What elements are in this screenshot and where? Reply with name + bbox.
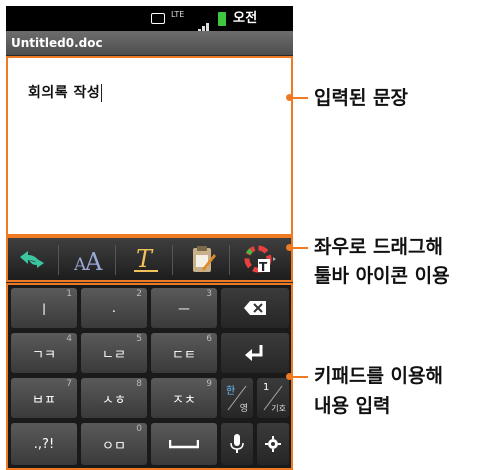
document-editor[interactable]: 회의록 작성: [6, 56, 293, 236]
svg-text:A: A: [84, 248, 103, 274]
callout-keypad-line1: 키패드를 이용해: [314, 365, 443, 387]
callout-line-keypad: [290, 376, 308, 378]
key-siot[interactable]: ㅅㅎ 8: [81, 378, 147, 418]
text-cursor: [101, 84, 103, 102]
backspace-key[interactable]: [221, 288, 289, 328]
document-text-line: 회의록 작성: [28, 82, 103, 102]
key-digeut[interactable]: ㄷㅌ 6: [151, 333, 217, 373]
document-title: Untitled0.doc: [6, 31, 293, 55]
key-vowel-i[interactable]: ㅣ1: [11, 288, 77, 328]
settings-key[interactable]: [257, 423, 289, 465]
microphone-icon: [230, 434, 244, 453]
key-jieut[interactable]: ㅈㅊ 9: [151, 378, 217, 418]
voice-input-key[interactable]: [221, 423, 253, 465]
phone-screen: LTE 오전 8:30 Untitled0.doc 회의록 작성 A A T: [6, 6, 293, 470]
clipboard-icon[interactable]: [181, 243, 230, 277]
svg-text:T: T: [136, 245, 154, 273]
gear-icon: [265, 436, 281, 452]
font-size-icon[interactable]: A A: [67, 243, 116, 277]
callout-input-text: 입력된 문장: [314, 87, 409, 109]
callout-line-toolbar: [290, 247, 308, 249]
callout-toolbar-line1: 좌우로 드래그해: [314, 236, 443, 258]
text-style-icon[interactable]: T: [124, 243, 173, 277]
svg-text:T: T: [259, 260, 268, 274]
callout-line-input: [290, 97, 308, 99]
callout-toolbar-line2: 툴바 아이콘 이용: [314, 265, 450, 287]
color-icon[interactable]: T: [238, 243, 282, 277]
key-punctuation[interactable]: .,?!: [11, 423, 77, 465]
keypad: ㅣ1 .2 ㅡ3 ㄱㅋ 4 ㄴㄹ 5 ㄷㅌ 6 ㅂㅍ 7 ㅅㅎ 8 ㅈㅊ 9 한 영 1 기…: [6, 283, 293, 470]
space-key[interactable]: [151, 423, 217, 465]
status-time: 오전 8:30: [233, 11, 266, 51]
gallery-icon: [151, 6, 165, 31]
backspace-icon: [244, 301, 266, 315]
enter-key[interactable]: [221, 333, 289, 373]
signal-icon: [194, 12, 210, 37]
symbol-toggle-key[interactable]: 1 기호: [257, 378, 289, 418]
undo-redo-icon[interactable]: [10, 243, 59, 277]
key-bieup[interactable]: ㅂㅍ 7: [11, 378, 77, 418]
battery-icon: [218, 12, 226, 26]
language-toggle-key[interactable]: 한 영: [221, 378, 253, 418]
space-icon: [169, 440, 199, 449]
enter-icon: [245, 345, 263, 361]
key-vowel-eu[interactable]: ㅡ3: [151, 288, 217, 328]
document-text: 회의록 작성: [28, 85, 101, 101]
key-giyeok[interactable]: ㄱㅋ 4: [11, 333, 77, 373]
status-bar: LTE 오전 8:30: [6, 6, 293, 51]
key-ieung[interactable]: ㅇㅁ 0: [81, 423, 147, 465]
callout-keypad-line2: 내용 입력: [314, 395, 391, 417]
key-dot[interactable]: .2: [81, 288, 147, 328]
editing-toolbar[interactable]: A A T T: [6, 236, 293, 282]
key-nieun[interactable]: ㄴㄹ 5: [81, 333, 147, 373]
